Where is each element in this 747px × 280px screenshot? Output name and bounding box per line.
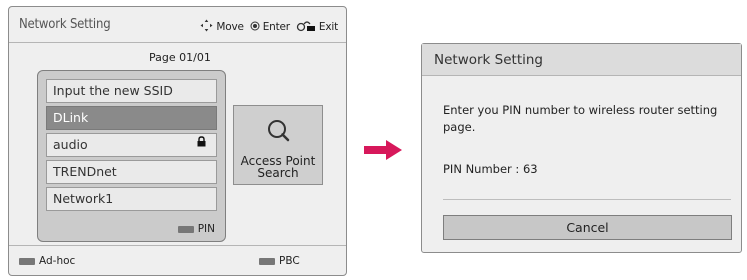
dialog-title: Network Setting: [434, 52, 543, 68]
enter-hint: Enter: [250, 21, 290, 34]
network-item-network1[interactable]: Network1: [46, 187, 217, 211]
pin-instruction-text: Enter you PIN number to wireless router …: [443, 103, 718, 134]
adhoc-color-key: [19, 257, 35, 265]
access-point-search-label-line2: Search: [257, 166, 299, 180]
exit-icon: [296, 20, 316, 35]
network-setting-dialog-pin: Network Setting Enter you PIN number to …: [421, 43, 742, 253]
move-hint: Move: [200, 19, 244, 35]
dialog-header: Network Setting: [422, 44, 741, 76]
network-item-new-ssid[interactable]: Input the new SSID: [46, 79, 217, 103]
move-arrows-icon: [200, 19, 213, 35]
network-list: Input the new SSID DLink audio TRENDnet …: [37, 70, 226, 242]
dialog-header: Network Setting Move Enter Exit: [9, 7, 346, 43]
access-point-search-button[interactable]: Access Point Search: [233, 105, 323, 185]
pbc-color-key: [259, 257, 275, 265]
pin-color-key: [177, 225, 194, 233]
key-hints: Move Enter Exit: [200, 19, 338, 35]
enter-circle-icon: [250, 21, 260, 34]
pbc-option[interactable]: PBC: [259, 255, 300, 267]
cancel-button[interactable]: Cancel: [443, 215, 732, 240]
divider: [443, 199, 731, 200]
page-indicator: Page 01/01: [149, 51, 211, 64]
network-item-dlink[interactable]: DLink: [46, 106, 217, 130]
network-setting-dialog-left: Network Setting Move Enter Exit Page 01/…: [8, 6, 347, 276]
dialog-title: Network Setting: [19, 17, 111, 32]
exit-hint: Exit: [296, 20, 338, 35]
network-item-audio[interactable]: audio: [46, 133, 217, 157]
right-arrow-icon: [364, 140, 404, 164]
dialog-footer: Ad-hoc PBC: [9, 245, 346, 275]
adhoc-option[interactable]: Ad-hoc: [19, 255, 75, 267]
pin-legend: PIN: [177, 223, 215, 235]
lock-icon: [197, 134, 206, 156]
search-magnifier-icon: [266, 118, 292, 148]
network-item-trendnet[interactable]: TRENDnet: [46, 160, 217, 184]
pin-number-text: PIN Number : 63: [443, 162, 538, 176]
